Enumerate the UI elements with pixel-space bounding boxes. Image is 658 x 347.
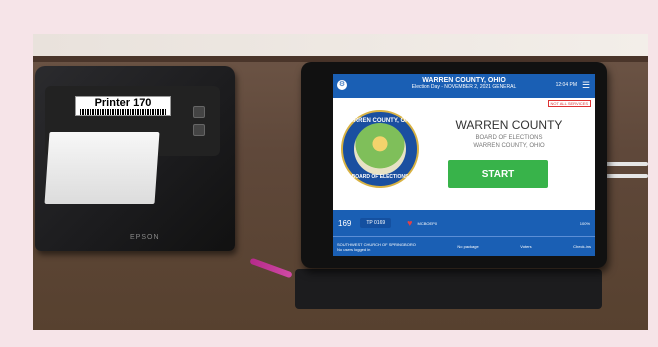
receipt-paper [44, 132, 160, 204]
county-name: WARREN COUNTY [455, 118, 563, 132]
gear-icon[interactable]: ⚙ [337, 80, 347, 90]
screen-time: 12:04 PM [555, 82, 577, 88]
stat-left-value: 169 [338, 218, 352, 228]
printer-label-text: Printer 170 [94, 97, 152, 109]
stylus-pen [249, 257, 293, 279]
alert-badge[interactable]: NOT ALL SERVICES [547, 100, 591, 107]
receipt-printer: Printer 170 EPSON [35, 66, 235, 251]
location-name: SOUTHWEST CHURCH OF SPRINGBORO [337, 241, 416, 247]
precinct-box: TP 0169 [360, 218, 392, 228]
seal-top-text: WARREN COUNTY, OHIO [344, 118, 416, 124]
board-info: BOARD OF ELECTIONS WARREN COUNTY, OHIO [429, 134, 589, 150]
printer-feed-button[interactable] [193, 106, 205, 118]
stat-percent: 100% [579, 220, 590, 226]
photo: Printer 170 EPSON ⚙ WARREN COUNTY, OHIO … [33, 34, 648, 330]
printer-brand: EPSON [130, 234, 160, 241]
board-line-1: BOARD OF ELECTIONS [475, 135, 543, 141]
stats-bar: 169 TP 0169 ♥ MCBOEP0 100% [333, 210, 595, 236]
seal-emblem-icon [354, 123, 406, 175]
board-line-2: WARREN COUNTY, OHIO [473, 143, 545, 149]
tablet-stand [295, 269, 602, 309]
barcode-icon [80, 109, 166, 115]
checkins-label: Check-ins [573, 244, 591, 249]
screen-body: NOT ALL SERVICES WARREN COUNTY, OHIO BOA… [333, 98, 595, 210]
package-status: No package [457, 244, 479, 249]
tablet: ⚙ WARREN COUNTY, OHIO Election Day - NOV… [301, 62, 607, 268]
printer-power-button[interactable] [193, 124, 205, 136]
login-status: No users logged in [337, 246, 371, 252]
menu-icon[interactable]: ☰ [581, 80, 591, 90]
stat-left: 169 [333, 219, 356, 228]
screen-header: ⚙ WARREN COUNTY, OHIO Election Day - NOV… [333, 74, 595, 98]
screen-footer: SOUTHWEST CHURCH OF SPRINGBORO No users … [333, 236, 595, 256]
start-button[interactable]: START [448, 160, 548, 188]
voters-label: Voters [520, 244, 532, 249]
stat-middle: MCBOEP0 [417, 220, 438, 226]
location-info: SOUTHWEST CHURCH OF SPRINGBORO No users … [337, 242, 416, 252]
seal-bottom-text: BOARD OF ELECTIONS [351, 174, 409, 180]
county-seal: WARREN COUNTY, OHIO BOARD OF ELECTIONS [341, 110, 419, 188]
tablet-screen: ⚙ WARREN COUNTY, OHIO Election Day - NOV… [333, 74, 595, 256]
background-wall [33, 34, 648, 56]
printer-label: Printer 170 [75, 96, 171, 116]
